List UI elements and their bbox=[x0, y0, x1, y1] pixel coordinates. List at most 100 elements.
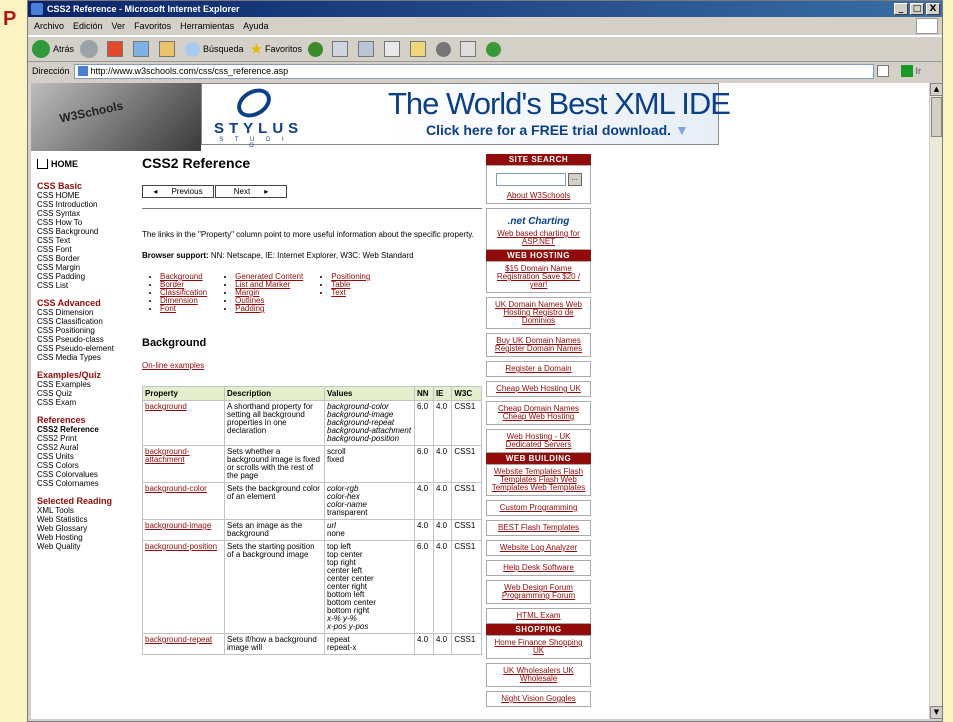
nav-item[interactable]: CSS How To bbox=[37, 218, 147, 227]
nav-item[interactable]: CSS Colors bbox=[37, 461, 147, 470]
online-examples-link[interactable]: On-line examples bbox=[142, 361, 204, 370]
sponsor-link[interactable]: BEST Flash Templates bbox=[498, 523, 579, 532]
research-button[interactable] bbox=[460, 41, 480, 57]
edit-button[interactable] bbox=[410, 41, 430, 57]
menu-favoritos[interactable]: Favoritos bbox=[134, 21, 171, 31]
property-link[interactable]: background bbox=[145, 402, 187, 411]
go-label[interactable]: Ir bbox=[916, 66, 922, 76]
previous-button[interactable]: ◂ Previous bbox=[142, 185, 214, 198]
property-link[interactable]: background-color bbox=[145, 484, 207, 493]
maximize-button[interactable]: □ bbox=[910, 3, 924, 15]
minimize-button[interactable]: _ bbox=[894, 3, 908, 15]
stylus-ad-banner[interactable]: STYLUS S T U D I O The World's Best XML … bbox=[201, 83, 731, 149]
close-button[interactable]: X bbox=[926, 3, 940, 15]
search-input[interactable] bbox=[495, 173, 566, 186]
nav-item[interactable]: CSS Colorvalues bbox=[37, 470, 147, 479]
address-input[interactable]: http://www.w3schools.com/css/css_referen… bbox=[73, 63, 874, 79]
property-link[interactable]: background-position bbox=[145, 542, 217, 551]
nav-item[interactable]: CSS Syntax bbox=[37, 209, 147, 218]
search-button[interactable]: Búsqueda bbox=[185, 41, 244, 57]
sponsor-link[interactable]: Web Hosting - UK Dedicated Servers bbox=[506, 432, 572, 449]
favorites-button[interactable]: ★ Favoritos bbox=[250, 40, 302, 58]
history-button[interactable] bbox=[332, 41, 352, 57]
sponsor-link[interactable]: Cheap Web Hosting UK bbox=[496, 384, 581, 393]
nav-item[interactable]: CSS Units bbox=[37, 452, 147, 461]
web-building-link[interactable]: Website Templates Flash Templates Flash … bbox=[492, 467, 586, 492]
nav-item[interactable]: CSS2 Print bbox=[37, 434, 147, 443]
nav-home[interactable]: HOME bbox=[37, 159, 147, 169]
nav-item[interactable]: CSS Padding bbox=[37, 272, 147, 281]
sponsor-link[interactable]: UK Wholesalers UK Wholesale bbox=[503, 666, 574, 683]
nav-item[interactable]: CSS Border bbox=[37, 254, 147, 263]
search-submit-button[interactable]: ... bbox=[567, 173, 582, 186]
menu-ayuda[interactable]: Ayuda bbox=[243, 21, 268, 31]
scroll-up-icon[interactable]: ▲ bbox=[930, 83, 942, 96]
forward-button[interactable] bbox=[80, 40, 101, 58]
netcharting-link[interactable]: Web based charting for ASP.NET bbox=[497, 229, 580, 246]
nav-item[interactable]: Web Glossary bbox=[37, 524, 147, 533]
sponsor-link[interactable]: Custom Programming bbox=[500, 503, 578, 512]
menu-ver[interactable]: Ver bbox=[112, 21, 126, 31]
address-dropdown-icon[interactable] bbox=[876, 65, 889, 77]
nav-item[interactable]: CSS Examples bbox=[37, 380, 147, 389]
property-link[interactable]: background-repeat bbox=[145, 635, 212, 644]
messenger-button[interactable] bbox=[486, 41, 504, 57]
refresh-button[interactable] bbox=[133, 41, 153, 57]
nav-item[interactable]: XML Tools bbox=[37, 506, 147, 515]
sponsor-link[interactable]: Night Vision Goggles bbox=[501, 694, 576, 703]
nav-item[interactable]: CSS Margin bbox=[37, 263, 147, 272]
nav-item[interactable]: CSS Pseudo-class bbox=[37, 335, 147, 344]
sponsor-link[interactable]: Register a Domain bbox=[505, 364, 571, 373]
go-button[interactable] bbox=[900, 65, 913, 77]
nav-item[interactable]: Web Quality bbox=[37, 542, 147, 551]
sponsor-link[interactable]: HTML Exam bbox=[516, 611, 560, 620]
stop-button[interactable] bbox=[107, 41, 127, 57]
nav-item[interactable]: Web Hosting bbox=[37, 533, 147, 542]
print-button[interactable] bbox=[384, 41, 404, 57]
mail-button[interactable] bbox=[358, 41, 378, 57]
discuss-button[interactable] bbox=[436, 41, 454, 57]
sponsor-link[interactable]: UK Domain Names Web Hosting Registro de … bbox=[495, 300, 582, 325]
nav-item[interactable]: Web Statistics bbox=[37, 515, 147, 524]
menu-herramientas[interactable]: Herramientas bbox=[180, 21, 234, 31]
netcharting-ad[interactable]: .net Charting Web based charting for ASP… bbox=[486, 208, 591, 250]
sponsor-link[interactable]: Cheap Domain Names Cheap Web Hosting bbox=[498, 404, 579, 421]
shopping-link[interactable]: Home Finance Shopping UK bbox=[494, 638, 582, 655]
nav-item[interactable]: CSS Pseudo-element bbox=[37, 344, 147, 353]
nav-item[interactable]: CSS HOME bbox=[37, 191, 147, 200]
scroll-down-icon[interactable]: ▼ bbox=[930, 706, 942, 719]
sponsor-link[interactable]: Web Design Forum Programming Forum bbox=[502, 583, 575, 600]
about-link[interactable]: About W3Schools bbox=[507, 191, 571, 200]
nav-item-current[interactable]: CSS2 Reference bbox=[37, 425, 147, 434]
link-padding[interactable]: Padding bbox=[235, 304, 264, 313]
nav-item[interactable]: CSS Text bbox=[37, 236, 147, 245]
home-button[interactable] bbox=[159, 41, 179, 57]
nav-item[interactable]: CSS Media Types bbox=[37, 353, 147, 362]
nav-item[interactable]: CSS Dimension bbox=[37, 308, 147, 317]
link-text[interactable]: Text bbox=[331, 288, 346, 297]
property-link[interactable]: background-attachment bbox=[145, 447, 189, 464]
nav-item[interactable]: CSS Positioning bbox=[37, 326, 147, 335]
vertical-scrollbar[interactable]: ▲ ▼ bbox=[929, 83, 942, 719]
nav-item[interactable]: CSS2 Aural bbox=[37, 443, 147, 452]
nav-item[interactable]: CSS Quiz bbox=[37, 389, 147, 398]
nav-item[interactable]: CSS Colornames bbox=[37, 479, 147, 488]
nav-item[interactable]: CSS Classification bbox=[37, 317, 147, 326]
sponsor-link[interactable]: Help Desk Software bbox=[503, 563, 574, 572]
nav-item[interactable]: CSS Introduction bbox=[37, 200, 147, 209]
scroll-thumb[interactable] bbox=[931, 97, 942, 137]
domain-offer-link[interactable]: $15 Domain Name Registration Save $20 / … bbox=[497, 264, 580, 289]
nav-item[interactable]: CSS Background bbox=[37, 227, 147, 236]
next-button[interactable]: Next ▸ bbox=[215, 185, 287, 198]
back-button[interactable]: Atrás bbox=[32, 40, 74, 58]
menu-edicion[interactable]: Edición bbox=[73, 21, 103, 31]
sponsor-link[interactable]: Buy UK Domain Names Register Domain Name… bbox=[495, 336, 582, 353]
media-button[interactable] bbox=[308, 41, 326, 57]
sponsor-link[interactable]: Website Log Analyzer bbox=[500, 543, 577, 552]
nav-item[interactable]: CSS Exam bbox=[37, 398, 147, 407]
link-font[interactable]: Font bbox=[160, 304, 176, 313]
menu-archivo[interactable]: Archivo bbox=[34, 21, 64, 31]
nav-item[interactable]: CSS List bbox=[37, 281, 147, 290]
property-link[interactable]: background-image bbox=[145, 521, 211, 530]
nav-item[interactable]: CSS Font bbox=[37, 245, 147, 254]
